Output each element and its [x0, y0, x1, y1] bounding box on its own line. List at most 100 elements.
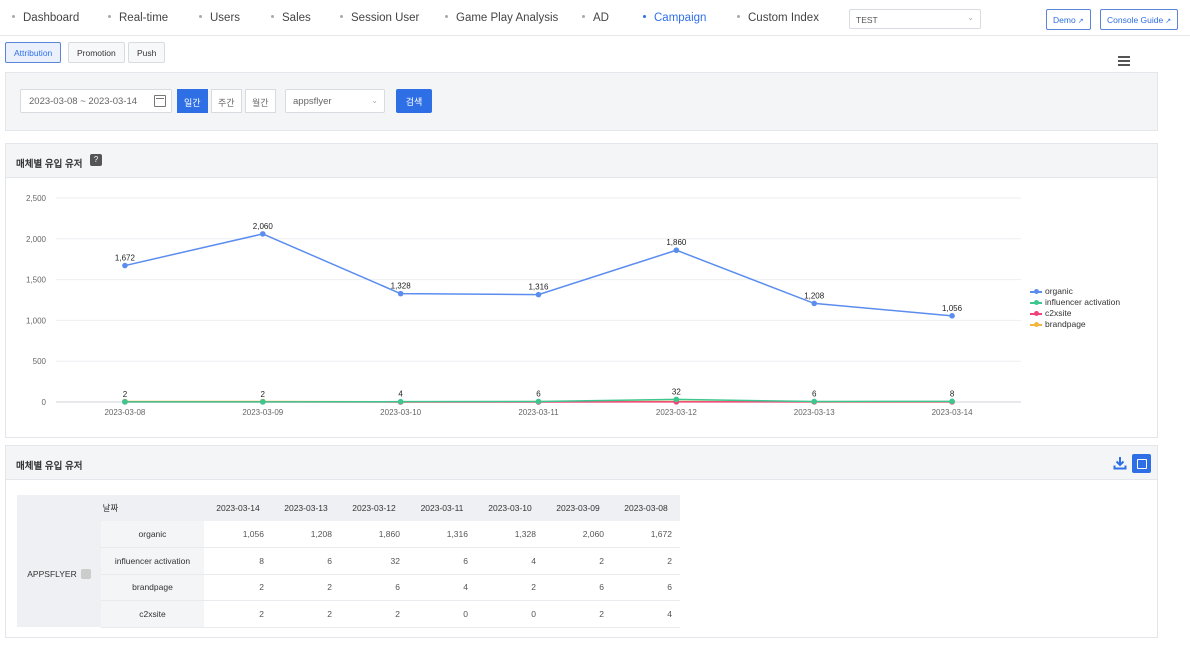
x-tick-label: 2023-03-14 — [932, 408, 973, 417]
download-icon[interactable] — [1113, 456, 1127, 470]
chart-menu-icon[interactable] — [1118, 56, 1130, 66]
nav-item-users[interactable]: Users — [199, 12, 240, 24]
data-label: 2,060 — [253, 222, 274, 231]
table-cell: 2 — [272, 600, 340, 628]
data-label: 1,860 — [666, 238, 687, 247]
nav-item-realtime[interactable]: Real-time — [108, 12, 168, 24]
y-tick-label: 0 — [42, 398, 47, 407]
nav-item-session-user[interactable]: Session User — [340, 12, 419, 24]
table-header-row: 날짜 2023-03-14 2023-03-13 2023-03-12 2023… — [17, 495, 680, 521]
bullet-icon — [271, 15, 274, 19]
legend-item-c2xsite[interactable]: c2xsite — [1030, 308, 1071, 318]
bullet-icon — [340, 15, 343, 19]
table-cell: 2 — [204, 574, 272, 601]
metric-cell: influencer activation — [101, 547, 204, 575]
table-cell: 1,860 — [340, 521, 408, 548]
table-cell: 4 — [612, 600, 680, 628]
legend-item-brandpage[interactable]: brandpage — [1030, 319, 1086, 329]
bullet-icon — [643, 15, 646, 19]
tab-push[interactable]: Push — [128, 42, 166, 63]
data-label: 8 — [950, 389, 955, 398]
column-header: 2023-03-09 — [544, 495, 612, 521]
table-cell: 1,328 — [476, 521, 544, 548]
tab-attribution[interactable]: Attribution — [5, 42, 62, 63]
console-guide-button[interactable]: Console Guide ↗ — [1100, 9, 1179, 30]
table-cell: 4 — [408, 574, 476, 601]
search-button[interactable]: 검색 — [396, 89, 432, 113]
table-cell: 6 — [544, 574, 612, 601]
column-header: 2023-03-12 — [340, 495, 408, 521]
period-monthly-button[interactable]: 월간 — [245, 89, 276, 113]
table-cell: 1,208 — [272, 521, 340, 548]
period-daily-button[interactable]: 일간 — [177, 89, 208, 113]
game-select[interactable]: TEST ⌄ — [849, 9, 981, 29]
table-cell: 2 — [612, 547, 680, 575]
metric-cell: brandpage — [101, 574, 204, 601]
tab-promotion[interactable]: Promotion — [68, 42, 125, 63]
bullet-icon — [445, 15, 448, 19]
period-weekly-button[interactable]: 주간 — [211, 89, 242, 113]
data-point — [535, 398, 542, 405]
table-panel: 매체별 유입 유저 날짜 2023-03-14 2023-03-13 2023-… — [5, 445, 1158, 638]
top-navigation: Dashboard Real-time Users Sales Session … — [0, 0, 1190, 36]
chevron-down-icon: ⌄ — [967, 13, 974, 22]
table-cell: 2 — [204, 600, 272, 628]
line-chart: 2,500 2,000 1,500 1,000 500 0 2023-03-08 2023-0… — [26, 194, 1021, 417]
expand-icon[interactable] — [1132, 454, 1151, 473]
table-cell: 2 — [340, 600, 408, 628]
calendar-icon[interactable] — [154, 95, 166, 107]
nav-item-custom-index[interactable]: Custom Index — [737, 12, 819, 24]
data-point — [397, 290, 404, 297]
data-point — [673, 247, 680, 254]
table-cell: 2 — [272, 574, 340, 601]
data-point — [259, 399, 266, 405]
legend-marker-icon — [1030, 310, 1042, 318]
help-icon[interactable]: ? — [90, 154, 102, 166]
bullet-icon — [12, 15, 15, 19]
nav-item-ad[interactable]: AD — [582, 12, 609, 24]
external-link-icon: ↗ — [1077, 18, 1084, 25]
data-label: 6 — [536, 390, 541, 399]
data-point — [949, 398, 955, 405]
chevron-down-icon: ⌄ — [371, 96, 378, 105]
metric-cell: c2xsite — [101, 600, 204, 628]
nav-item-dashboard[interactable]: Dashboard — [12, 12, 79, 24]
nav-item-campaign[interactable]: Campaign — [643, 12, 706, 24]
legend-item-influencer-activation[interactable]: influencer activation — [1030, 297, 1120, 307]
nav-item-game-play-analysis[interactable]: Game Play Analysis — [445, 12, 558, 24]
date-range-input[interactable]: 2023-03-08 ~ 2023-03-14 — [20, 89, 172, 113]
table-panel-title: 매체별 유입 유저 — [16, 461, 83, 472]
bullet-icon — [582, 15, 585, 19]
table-cell: 2,060 — [544, 521, 612, 548]
bullet-icon — [108, 15, 111, 19]
y-tick-label: 500 — [33, 357, 47, 366]
data-point — [673, 396, 680, 403]
legend-marker-icon — [1030, 321, 1042, 329]
legend-item-organic[interactable]: organic — [1030, 286, 1073, 296]
data-point — [259, 231, 266, 237]
data-label: 2 — [261, 390, 266, 399]
data-point — [811, 398, 818, 405]
legend-marker-icon — [1030, 299, 1042, 307]
help-icon[interactable] — [80, 569, 91, 580]
data-label: 4 — [398, 390, 403, 399]
nav-item-sales[interactable]: Sales — [271, 12, 311, 24]
series-line-organic — [124, 233, 953, 317]
column-header: 2023-03-11 — [408, 495, 476, 521]
y-tick-label: 2,500 — [26, 194, 47, 203]
table-row: APPSFLYER organic 1,056 1,208 1,860 1,31… — [17, 521, 680, 627]
table-panel-header: 매체별 유입 유저 — [6, 446, 1157, 480]
source-select[interactable]: appsflyer ⌄ — [285, 89, 385, 113]
chart-panel: 매체별 유입 유저 ? 2,500 2,000 1,500 1,000 500 0 2023… — [5, 143, 1158, 438]
demo-button[interactable]: Demo ↗ — [1046, 9, 1091, 30]
x-tick-label: 2023-03-13 — [794, 408, 835, 417]
data-point — [397, 398, 404, 405]
table-cell: 32 — [340, 547, 408, 575]
table-cell: 8 — [204, 547, 272, 575]
table-cell: 6 — [408, 547, 476, 575]
chart-panel-title: 매체별 유입 유저 — [16, 159, 83, 170]
x-tick-label: 2023-03-12 — [656, 408, 697, 417]
bullet-icon — [199, 15, 202, 19]
table-cell: 4 — [476, 547, 544, 575]
table-cell: 6 — [272, 547, 340, 575]
